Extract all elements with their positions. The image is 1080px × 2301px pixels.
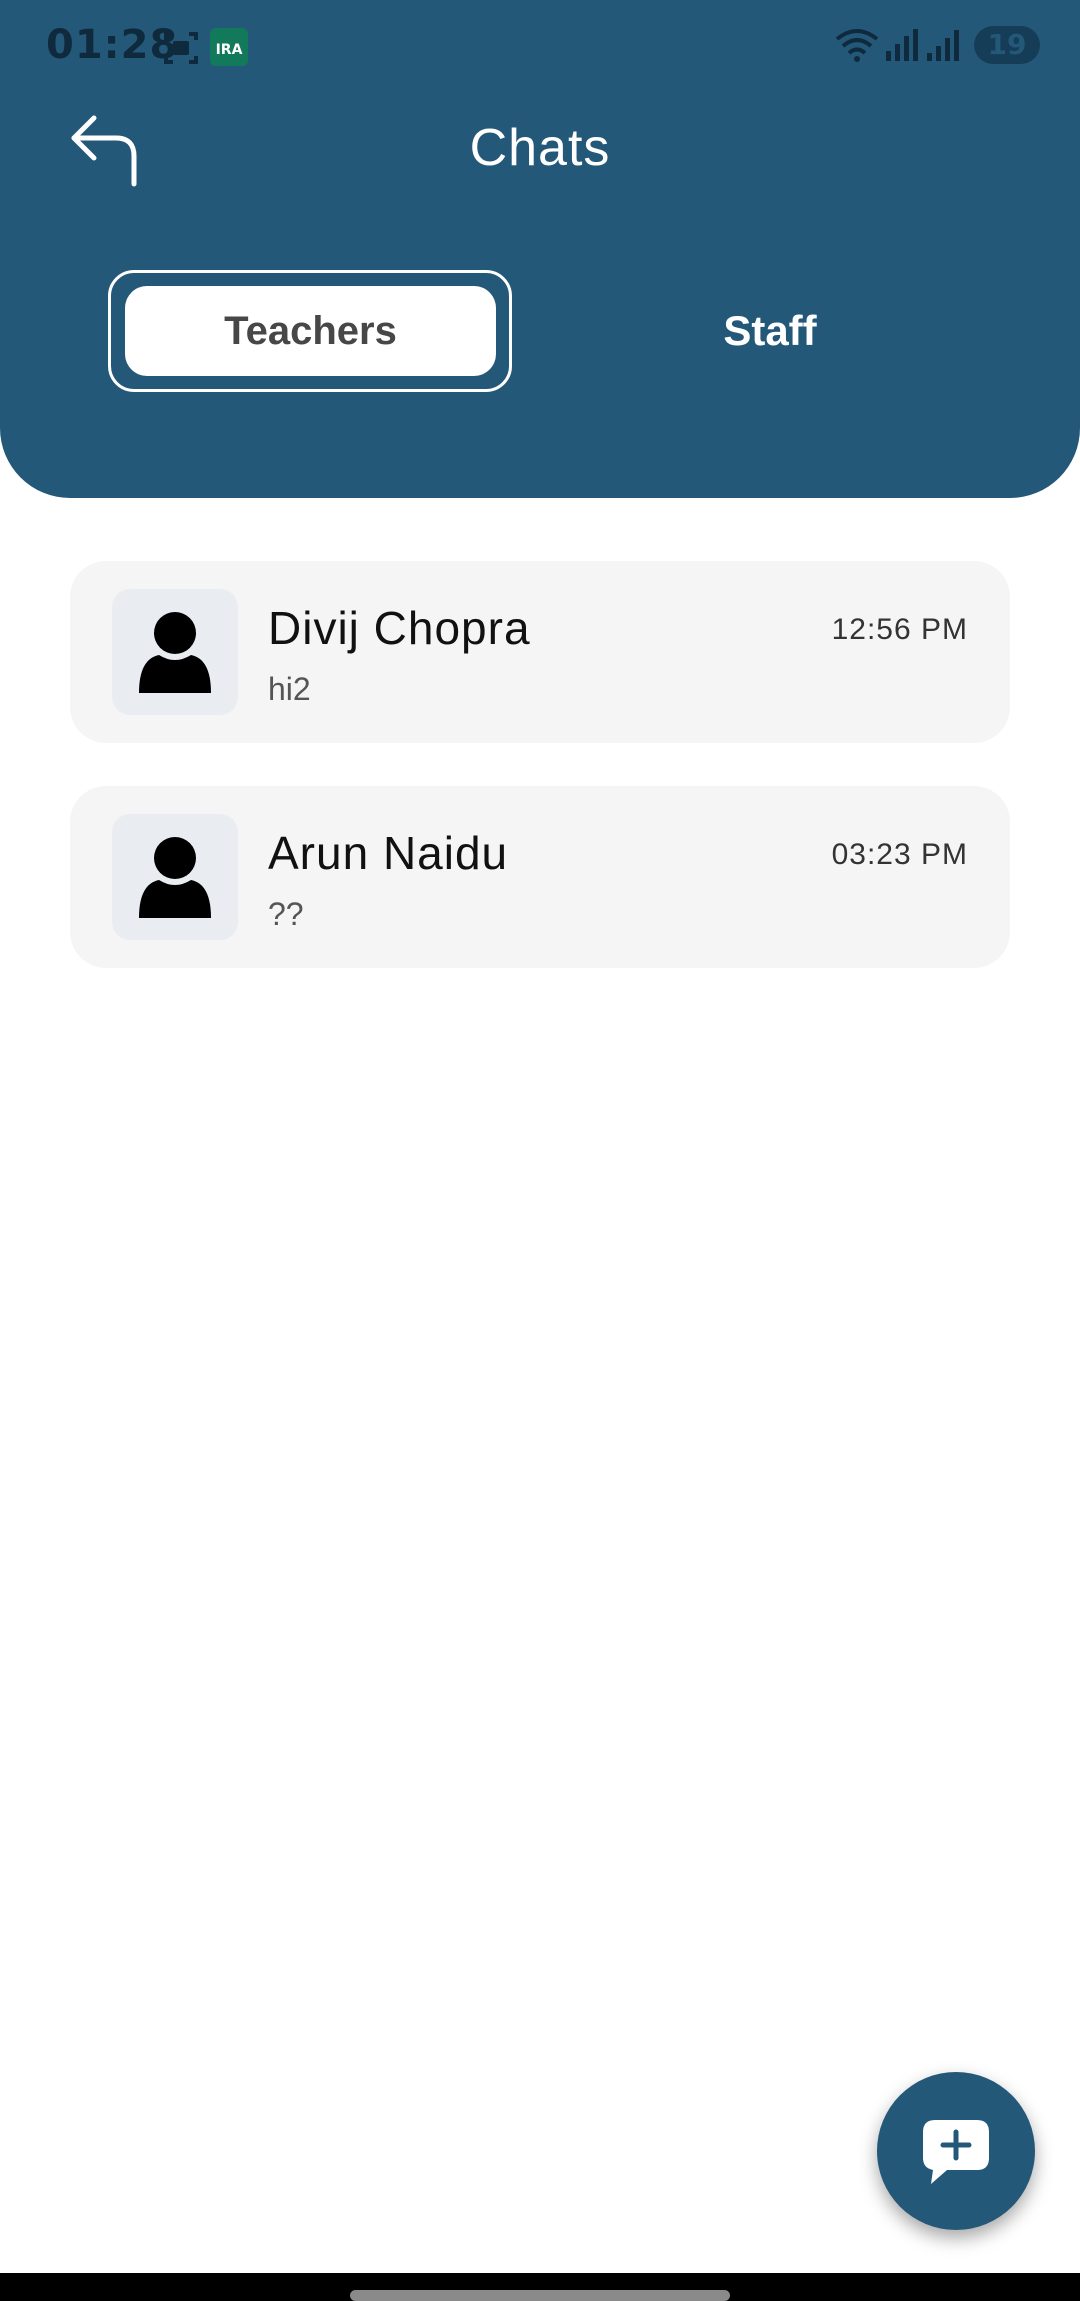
message-time: 03:23 PM	[831, 838, 968, 871]
message-time: 12:56 PM	[831, 613, 968, 646]
page-title: Chats	[469, 119, 611, 177]
signal-strength-icon	[885, 29, 918, 61]
contact-name: Divij Chopra	[268, 602, 531, 654]
user-avatar-icon	[139, 837, 211, 918]
contact-name: Arun Naidu	[268, 827, 509, 879]
tab-staff[interactable]: Staff	[600, 286, 940, 376]
app-header: 01:28 IRA 19 Chats Teachers Staff	[0, 0, 1080, 498]
user-avatar-icon	[139, 612, 211, 693]
status-bar: 01:28 IRA 19	[0, 0, 1080, 96]
signal-strength-icon-2	[926, 30, 959, 61]
chat-list-item[interactable]: Divij Chopra hi2 12:56 PM	[70, 561, 1010, 743]
app-notification-icon: IRA	[210, 28, 248, 66]
tab-teachers[interactable]: Teachers	[125, 286, 496, 376]
new-chat-plus-icon	[923, 2120, 989, 2184]
status-icons: 19	[835, 26, 1040, 70]
battery-indicator: 19	[974, 26, 1040, 64]
avatar	[112, 589, 238, 715]
wifi-icon	[835, 29, 878, 62]
chat-list-item[interactable]: Arun Naidu ?? 03:23 PM	[70, 786, 1010, 968]
status-time: 01:28	[46, 22, 179, 68]
home-indicator[interactable]	[350, 2290, 730, 2301]
avatar	[112, 814, 238, 940]
last-message: hi2	[268, 671, 311, 707]
new-chat-button[interactable]	[877, 2072, 1035, 2230]
last-message: ??	[268, 896, 304, 932]
screenshot-icon	[164, 32, 198, 64]
